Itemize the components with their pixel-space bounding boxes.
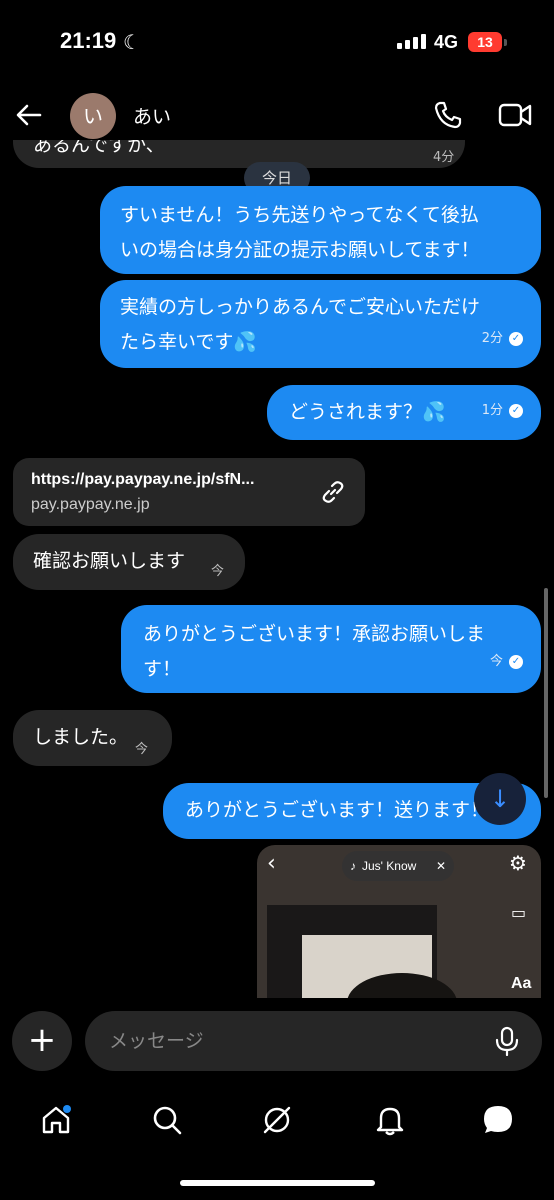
message-line: いの場合は身分証の提示お願いしてます！ [120, 239, 480, 261]
home-icon[interactable] [26, 1090, 86, 1150]
message-time: 今 [211, 564, 225, 579]
crop-icon[interactable]: ▭ [511, 903, 526, 922]
message-meta: 今 ✓ [490, 644, 523, 679]
message-text: あるんですか、 [33, 140, 165, 156]
music-sticker[interactable]: ♪ Jus' Know ✕ [342, 851, 454, 881]
phone-icon[interactable] [432, 99, 464, 131]
contact-name[interactable]: あい [133, 102, 171, 129]
message-time: 今 [135, 742, 149, 757]
message-line: 実績の方しっかりあるんでご安心いただけ [120, 296, 481, 318]
message-bubble-incoming[interactable]: あるんですか、 4分 [13, 140, 465, 168]
message-time: 今 [489, 654, 503, 669]
add-button[interactable]: + [12, 1011, 72, 1071]
message-meta: 1分 ✓ [482, 393, 523, 428]
message-line: たら幸いです💦 [120, 331, 258, 353]
message-meta: 2分 ✓ [482, 321, 523, 356]
message-time: 2分 [481, 331, 503, 346]
message-bubble-incoming[interactable]: 確認お願いします 今 [13, 534, 245, 590]
explore-icon[interactable] [247, 1090, 307, 1150]
messages-icon[interactable] [468, 1090, 528, 1150]
message-bubble-outgoing[interactable]: どうされます？💦 1分 ✓ [267, 385, 541, 440]
microphone-icon[interactable] [493, 1026, 521, 1057]
message-time: 4分 [433, 150, 455, 165]
link-domain: pay.paypay.ne.jp [31, 496, 150, 513]
message-time: 1分 [481, 403, 503, 418]
message-line: ありがとうございます！承認お願いしま [143, 623, 486, 645]
message-line: すいません！うち先送りやってなくて後払 [120, 204, 479, 226]
close-icon[interactable]: ✕ [436, 859, 446, 873]
music-note-icon: ♪ [350, 859, 356, 873]
battery-level: 13 [468, 32, 502, 52]
message-bubble-incoming[interactable]: しました。 今 [13, 710, 172, 766]
video-message[interactable]: ‹ ♪ Jus' Know ✕ ⚙ ▭ Aa [257, 845, 541, 998]
link-icon [319, 478, 347, 518]
message-bubble-outgoing[interactable]: すいません！うち先送りやってなくて後払 いの場合は身分証の提示お願いしてます！ [100, 186, 541, 274]
moon-icon: ☾ [123, 30, 141, 54]
search-icon[interactable] [137, 1090, 197, 1150]
video-back-icon[interactable]: ‹ [267, 851, 276, 876]
back-icon[interactable] [14, 100, 44, 130]
home-indicator [180, 1180, 375, 1186]
message-line: ありがとうございます！送ります！ [185, 799, 490, 821]
settings-icon[interactable]: ⚙ [509, 851, 527, 875]
link-url: https://pay.paypay.ne.jp/sfN... [31, 471, 255, 488]
read-check-icon: ✓ [509, 403, 523, 418]
read-check-icon: ✓ [509, 331, 523, 346]
avatar[interactable]: い [70, 93, 116, 139]
network-type: 4G [434, 32, 459, 52]
link-preview[interactable]: https://pay.paypay.ne.jp/sfN... pay.payp… [13, 458, 365, 526]
bottom-nav [0, 1090, 554, 1150]
message-line: す！ [143, 658, 182, 680]
chat-area[interactable]: あるんですか、 4分 今日 すいません！うち先送りやってなくて後払 いの場合は身… [0, 140, 554, 998]
text-tool-icon[interactable]: Aa [511, 975, 531, 993]
message-bubble-outgoing[interactable]: 実績の方しっかりあるんでご安心いただけ たら幸いです💦 2分 ✓ [100, 280, 541, 368]
battery-icon: 13 [468, 32, 508, 52]
video-call-icon[interactable] [498, 100, 532, 130]
music-label: Jus' Know [362, 859, 417, 873]
message-line: 確認お願いします [33, 550, 186, 572]
scroll-down-button[interactable]: ↓ [474, 773, 526, 825]
signal-icon [397, 34, 426, 49]
message-bubble-outgoing[interactable]: ありがとうございます！承認お願いしま す！ 今 ✓ [121, 605, 541, 693]
notifications-icon[interactable] [360, 1090, 420, 1150]
scrollbar[interactable] [544, 588, 548, 798]
status-time: 21:19 [60, 28, 117, 53]
message-line: しました。 [33, 726, 129, 748]
read-check-icon: ✓ [509, 654, 523, 669]
message-input[interactable] [85, 1011, 542, 1071]
